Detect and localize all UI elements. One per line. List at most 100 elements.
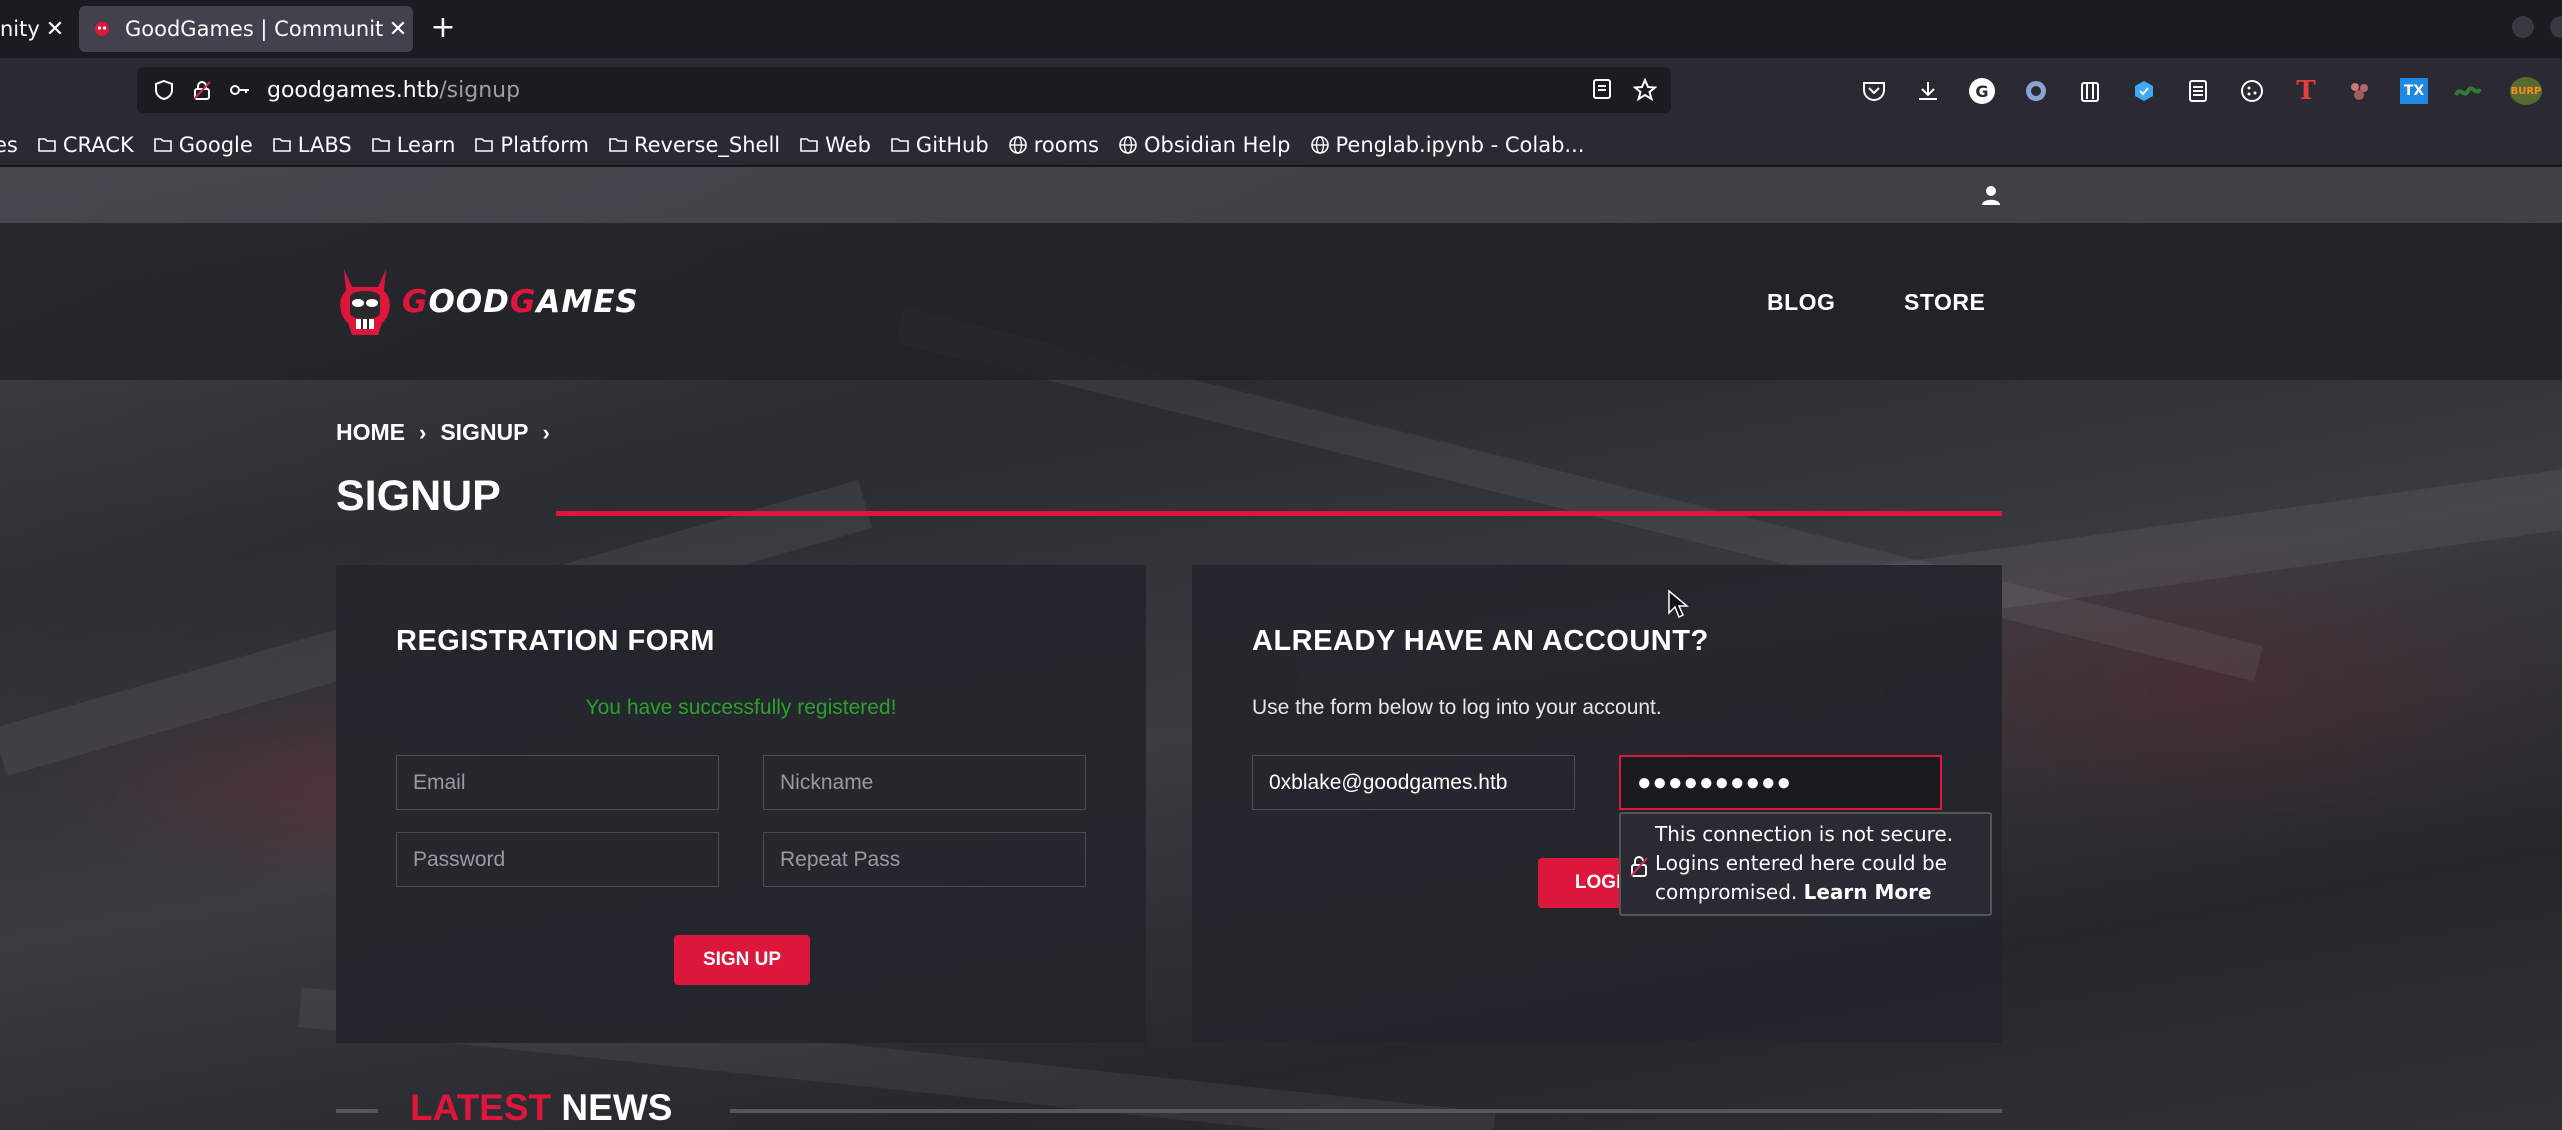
chevron-right-icon: › bbox=[542, 419, 550, 445]
top-strip bbox=[0, 167, 2562, 223]
bookmark-label: rooms bbox=[1033, 132, 1099, 157]
mouse-cursor-icon bbox=[1668, 589, 1689, 619]
maximize-button[interactable] bbox=[2550, 16, 2562, 38]
shield-icon[interactable] bbox=[153, 79, 175, 101]
login-password-field[interactable]: ●●●●●●●●●● bbox=[1619, 755, 1942, 810]
bookmark-label: es bbox=[0, 132, 18, 157]
bookmark-item[interactable]: GitHub bbox=[890, 133, 989, 157]
bookmark-label: Google bbox=[178, 132, 253, 157]
insecure-lock-icon bbox=[1630, 856, 1648, 877]
bookmark-item[interactable]: rooms bbox=[1008, 133, 1099, 157]
bookmark-label: Platform bbox=[500, 132, 589, 157]
globe-icon bbox=[1008, 135, 1027, 154]
snake-icon[interactable] bbox=[2452, 76, 2484, 106]
folder-icon bbox=[153, 137, 172, 152]
folder-icon bbox=[38, 137, 56, 152]
bookmark-item[interactable]: Web bbox=[799, 133, 871, 157]
key-icon[interactable] bbox=[229, 79, 251, 101]
goodgames-favicon-icon bbox=[95, 22, 109, 36]
new-tab-button[interactable]: + bbox=[424, 10, 462, 48]
url-path: /signup bbox=[439, 77, 521, 103]
learn-more-link[interactable]: Learn More bbox=[1804, 880, 1932, 904]
site-header: GOODGAMES BLOG STORE bbox=[0, 223, 2562, 380]
registration-panel: REGISTRATION FORM You have successfully … bbox=[336, 565, 1146, 1043]
tab-partial[interactable]: nity ✕ bbox=[0, 6, 70, 52]
translate-icon[interactable]: TX bbox=[2398, 76, 2430, 106]
bookmark-item[interactable]: Learn bbox=[371, 132, 456, 157]
demon-skull-logo-icon bbox=[340, 269, 390, 335]
bookmark-item[interactable]: CRACK bbox=[37, 133, 134, 157]
bookmark-label: Learn bbox=[396, 132, 456, 157]
reader-mode-icon[interactable] bbox=[1591, 78, 1613, 100]
bookmark-label: Web bbox=[825, 132, 871, 157]
web-page: GOODGAMES BLOG STORE HOME › SIGNUP › SIG… bbox=[0, 167, 2562, 1130]
bookmark-label: CRACK bbox=[62, 132, 134, 157]
breadcrumb: HOME › SIGNUP › bbox=[336, 419, 564, 446]
bookmark-item[interactable]: Google bbox=[153, 133, 253, 157]
navigation-toolbar: goodgames.htb/signup G T TX BURP bbox=[0, 58, 2562, 124]
login-subtitle: Use the form below to log into your acco… bbox=[1252, 696, 1662, 719]
breadcrumb-home-link[interactable]: HOME bbox=[336, 419, 405, 446]
login-email-field[interactable]: 0xblake@goodgames.htb bbox=[1252, 755, 1575, 810]
cookie-icon[interactable] bbox=[2236, 76, 2268, 106]
nav-store-link[interactable]: STORE bbox=[1904, 289, 1985, 316]
url-text[interactable]: goodgames.htb/signup bbox=[267, 78, 520, 103]
globe-icon bbox=[1310, 135, 1329, 154]
download-icon[interactable] bbox=[1912, 76, 1944, 106]
notes-icon[interactable] bbox=[2182, 76, 2214, 106]
bookmark-item[interactable]: Reverse_Shell bbox=[608, 133, 780, 157]
bookmark-item[interactable]: Penglab.ipynb - Colab... bbox=[1310, 133, 1584, 157]
tab-label: GoodGames | Community bbox=[125, 17, 383, 41]
extensions-toolbar: G T TX BURP bbox=[1858, 76, 2546, 106]
news-divider-left bbox=[336, 1109, 378, 1113]
grammarly-icon[interactable]: G bbox=[1966, 76, 1998, 106]
folder-icon bbox=[272, 137, 291, 152]
nav-blog-link[interactable]: BLOG bbox=[1767, 289, 1835, 316]
pocket-icon[interactable] bbox=[1858, 76, 1890, 106]
close-icon[interactable]: ✕ bbox=[40, 17, 70, 42]
tab-label: nity bbox=[0, 17, 40, 41]
site-logo[interactable]: GOODGAMES bbox=[336, 267, 639, 337]
url-bar[interactable]: goodgames.htb/signup bbox=[137, 67, 1671, 113]
logo-text: GOODGAMES bbox=[402, 284, 639, 320]
nickname-field[interactable] bbox=[763, 755, 1086, 810]
insecure-lock-icon[interactable] bbox=[191, 79, 213, 101]
clipboard-icon[interactable] bbox=[2074, 76, 2106, 106]
folder-icon bbox=[891, 137, 909, 152]
login-panel: ALREADY HAVE AN ACCOUNT? Use the form be… bbox=[1192, 565, 2002, 1043]
wappalyzer-icon[interactable] bbox=[2128, 76, 2160, 106]
breadcrumb-signup-link[interactable]: SIGNUP bbox=[440, 419, 528, 446]
page-title: SIGNUP bbox=[336, 472, 501, 520]
bookmark-label: LABS bbox=[297, 132, 352, 157]
password-field[interactable] bbox=[396, 832, 719, 887]
bookmark-label: GitHub bbox=[915, 132, 989, 157]
tab-strip: nity ✕ GoodGames | Community ✕ + bbox=[0, 0, 2562, 58]
email-field[interactable] bbox=[396, 755, 719, 810]
news-divider-right bbox=[730, 1109, 2002, 1113]
globe-icon bbox=[1119, 135, 1137, 154]
bookmark-item[interactable]: Obsidian Help bbox=[1118, 133, 1291, 157]
insecure-login-tooltip: This connection is not secure. Logins en… bbox=[1619, 812, 1992, 916]
minimize-button[interactable] bbox=[2512, 16, 2534, 38]
chevron-right-icon: › bbox=[419, 419, 427, 445]
success-message: You have successfully registered! bbox=[585, 696, 897, 719]
user-icon[interactable] bbox=[1980, 184, 2002, 206]
burp-icon[interactable]: BURP bbox=[2506, 76, 2546, 106]
latest-news-heading: LATEST NEWS bbox=[410, 1087, 673, 1128]
bookmark-star-icon[interactable] bbox=[1633, 78, 1657, 102]
bookmark-label: Reverse_Shell bbox=[633, 132, 781, 157]
sign-up-button[interactable]: SIGN UP bbox=[674, 935, 810, 985]
registration-title: REGISTRATION FORM bbox=[396, 625, 715, 657]
repeat-password-field[interactable] bbox=[763, 832, 1086, 887]
folder-icon bbox=[371, 137, 390, 152]
bookmark-item[interactable]: es bbox=[0, 133, 18, 157]
close-icon[interactable]: ✕ bbox=[383, 17, 413, 42]
paws-icon[interactable] bbox=[2344, 76, 2376, 106]
tab-goodgames[interactable]: GoodGames | Community ✕ bbox=[79, 6, 413, 52]
bookmark-item[interactable]: LABS bbox=[272, 133, 352, 157]
hacktools-icon[interactable]: T bbox=[2290, 76, 2322, 106]
bookmarks-bar: es CRACK Google LABS Learn Platform Reverse_Sh… bbox=[0, 124, 2562, 166]
bookmark-item[interactable]: Platform bbox=[474, 133, 589, 157]
foxyproxy-icon[interactable] bbox=[2020, 76, 2052, 106]
title-divider bbox=[556, 511, 2002, 516]
